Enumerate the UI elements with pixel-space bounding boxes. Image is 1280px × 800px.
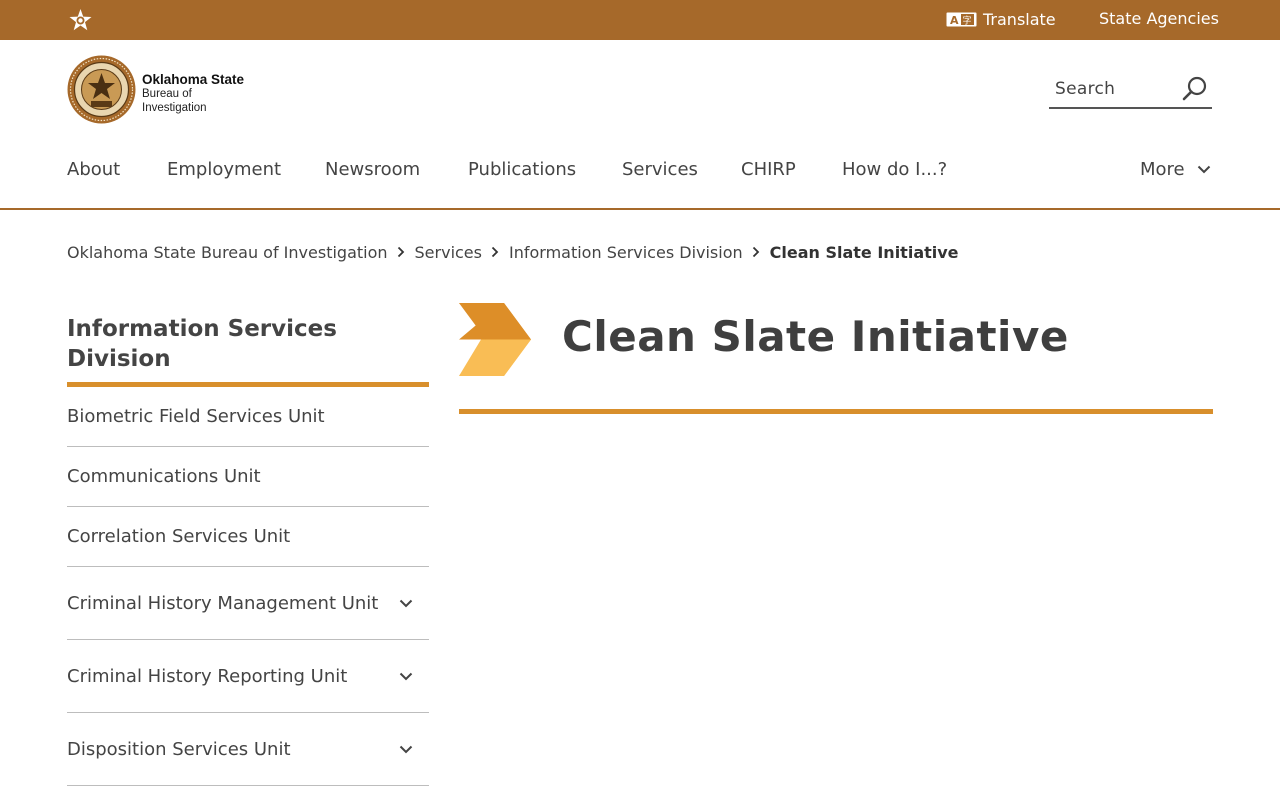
sidebar-expand-button[interactable] <box>391 661 421 691</box>
logo-subtitle-line2: Investigation <box>142 102 207 114</box>
breadcrumb-link-services[interactable]: Services <box>415 243 482 262</box>
logo-title: Oklahoma State <box>142 72 245 87</box>
page-title: Clean Slate Initiative <box>562 312 1069 361</box>
oklahoma-star-icon[interactable] <box>68 8 93 32</box>
sidebar-expand-button[interactable] <box>391 588 421 618</box>
sidebar-title: Information Services Division <box>67 316 337 372</box>
sidebar-item: Criminal History Reporting Unit <box>67 640 429 713</box>
title-divider <box>459 409 1213 414</box>
osbi-logo-link[interactable]: Oklahoma State Bureau of Investigation <box>67 55 267 125</box>
nav-more-label: More <box>1140 159 1185 180</box>
chevron-down-icon <box>399 745 413 753</box>
sidebar-item: Criminal History Management Unit <box>67 567 429 640</box>
chevron-right-icon <box>388 243 415 262</box>
translate-label: Translate <box>983 9 1056 29</box>
nav-item-publications[interactable]: Publications <box>468 159 576 180</box>
nav-item-services[interactable]: Services <box>622 159 698 180</box>
logo-subtitle-line1: Bureau of <box>142 88 192 100</box>
breadcrumb-link-information-services[interactable]: Information Services Division <box>509 243 743 262</box>
sidebar-item: Correlation Services Unit <box>67 507 429 567</box>
sidebar-link-disposition-services[interactable]: Disposition Services Unit <box>67 739 291 760</box>
nav-item-employment[interactable]: Employment <box>167 159 281 180</box>
sidebar-link-communications[interactable]: Communications Unit <box>67 466 261 487</box>
sidebar-link-biometric-field-services[interactable]: Biometric Field Services Unit <box>67 406 325 427</box>
breadcrumb-link-osbi[interactable]: Oklahoma State Bureau of Investigation <box>67 243 388 262</box>
top-utility-bar: A 字 Translate State Agencies <box>0 0 1280 40</box>
translate-icon: A 字 <box>946 12 977 27</box>
sidebar-nav: Biometric Field Services Unit Communicat… <box>67 387 429 786</box>
nav-item-chirp[interactable]: CHIRP <box>741 159 796 180</box>
sidebar-item: Communications Unit <box>67 447 429 507</box>
search-icon <box>1182 76 1207 101</box>
chevron-down-icon <box>399 672 413 680</box>
page-chevron-icon <box>459 303 531 376</box>
sidebar-item: Disposition Services Unit <box>67 713 429 786</box>
breadcrumb-current: Clean Slate Initiative <box>769 242 959 262</box>
translate-link[interactable]: A 字 Translate <box>946 8 1056 30</box>
sidebar-link-criminal-history-reporting[interactable]: Criminal History Reporting Unit <box>67 666 347 687</box>
chevron-down-icon <box>1197 165 1210 174</box>
nav-item-how-do-i[interactable]: How do I...? <box>842 159 947 180</box>
main-navigation: About Employment Newsroom Publications S… <box>0 150 1280 210</box>
chevron-right-icon <box>482 243 509 262</box>
breadcrumb: Oklahoma State Bureau of Investigation S… <box>67 241 959 263</box>
sidebar-item: Biometric Field Services Unit <box>67 387 429 447</box>
chevron-down-icon <box>399 599 413 607</box>
svg-text:A: A <box>950 14 959 27</box>
search-input[interactable] <box>1049 73 1174 105</box>
sidebar-link-correlation-services[interactable]: Correlation Services Unit <box>67 526 290 547</box>
sidebar-link-criminal-history-management[interactable]: Criminal History Management Unit <box>67 593 378 614</box>
nav-more-button[interactable]: More <box>1140 159 1211 180</box>
search-box <box>1049 73 1212 109</box>
nav-item-newsroom[interactable]: Newsroom <box>325 159 420 180</box>
search-button[interactable] <box>1182 76 1208 102</box>
oklahoma-star-icon <box>69 9 92 31</box>
chevron-right-icon <box>743 243 770 262</box>
sidebar-expand-button[interactable] <box>391 734 421 764</box>
osbi-seal-logo <box>67 55 136 124</box>
state-agencies-link[interactable]: State Agencies <box>1099 9 1219 28</box>
nav-item-about[interactable]: About <box>67 159 120 180</box>
svg-text:字: 字 <box>963 14 972 26</box>
